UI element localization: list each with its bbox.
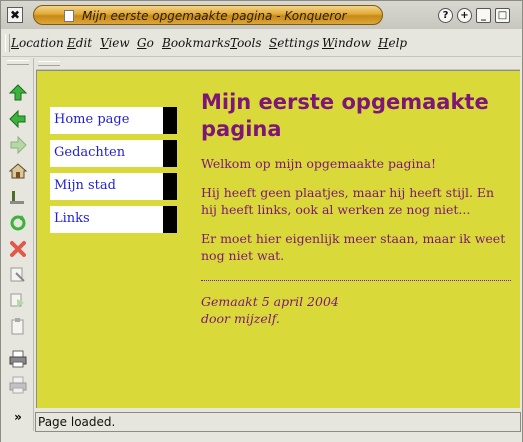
toolbar-grip[interactable]: [7, 60, 29, 65]
signature-author: door mijzelf.: [201, 311, 280, 326]
location-toolbar-grip[interactable]: [36, 58, 520, 70]
browser-window: ✖ Mijn eerste opgemaakte pagina - Konque…: [0, 0, 523, 442]
cut-icon[interactable]: [7, 264, 29, 286]
home-icon[interactable]: [7, 160, 29, 182]
page-navigation: Home page Gedachten Mijn stad Links: [50, 107, 177, 239]
close-button[interactable]: ✖: [7, 7, 23, 23]
status-text: Page loaded.: [38, 415, 116, 429]
window-bottom-frame: [1, 434, 522, 442]
nav-link-links[interactable]: Links: [54, 211, 90, 226]
menu-bookmarks[interactable]: Bookmarks: [162, 36, 230, 50]
nav-link-home[interactable]: Home page: [54, 112, 129, 127]
paragraph-welcome: Welkom op mijn opgemaakte pagina!: [201, 156, 437, 171]
nav-link-gedachten[interactable]: Gedachten: [54, 145, 125, 160]
nav-item-gedachten[interactable]: Gedachten: [50, 140, 177, 167]
menu-settings[interactable]: Settings: [269, 36, 319, 50]
maximize-button[interactable]: □: [495, 8, 510, 23]
help-button[interactable]: ?: [438, 8, 453, 23]
nav-item-mijn-stad[interactable]: Mijn stad: [50, 173, 177, 200]
menu-location[interactable]: Location: [11, 36, 64, 50]
sticky-button[interactable]: +: [457, 8, 472, 23]
minimize-button[interactable]: _: [476, 8, 491, 23]
menu-window[interactable]: Window: [322, 36, 371, 50]
signature-date: Gemaakt 5 april 2004: [201, 294, 339, 309]
menu-help[interactable]: Help: [378, 36, 407, 50]
title-pill[interactable]: Mijn eerste opgemaakte pagina - Konquero…: [33, 5, 383, 25]
stop-icon[interactable]: [7, 238, 29, 260]
up-arrow-icon[interactable]: [7, 82, 29, 104]
window-title: Mijn eerste opgemaakte pagina - Konquero…: [82, 9, 347, 23]
menubar-grip[interactable]: [5, 34, 10, 52]
reload-icon[interactable]: [7, 186, 29, 208]
menu-go[interactable]: Go: [137, 36, 154, 50]
menu-tools[interactable]: Tools: [230, 36, 262, 50]
print-disabled-icon[interactable]: [7, 374, 29, 396]
more-icon[interactable]: »: [7, 406, 29, 428]
menu-bar: Location Edit View Go Bookmarks Tools Se…: [2, 30, 521, 57]
status-bar: Page loaded.: [35, 412, 521, 432]
copy-icon[interactable]: [7, 290, 29, 312]
back-arrow-icon[interactable]: [7, 108, 29, 130]
title-bar[interactable]: ✖ Mijn eerste opgemaakte pagina - Konque…: [1, 1, 522, 29]
print-icon[interactable]: [7, 348, 29, 370]
menu-view[interactable]: View: [100, 36, 130, 50]
page-viewport[interactable]: Home page Gedachten Mijn stad Links Mijn…: [36, 70, 520, 408]
document-icon: [64, 10, 74, 22]
dotted-divider: [201, 280, 511, 281]
main-toolbar: »: [3, 58, 34, 431]
forward-arrow-icon[interactable]: [7, 134, 29, 156]
paragraph-more: Er moet hier eigenlijk meer staan, maar …: [201, 231, 506, 263]
nav-item-home[interactable]: Home page: [50, 107, 177, 134]
paragraph-style: Hij heeft geen plaatjes, maar hij heeft …: [201, 185, 495, 217]
nav-link-mijn-stad[interactable]: Mijn stad: [54, 178, 116, 193]
menu-edit[interactable]: Edit: [67, 36, 92, 50]
refresh-icon[interactable]: [7, 212, 29, 234]
paste-icon[interactable]: [7, 316, 29, 338]
page-main: Mijn eerste opgemaakte pagina Welkom op …: [201, 89, 511, 327]
page-heading: Mijn eerste opgemaakte pagina: [201, 90, 489, 141]
nav-item-links[interactable]: Links: [50, 206, 177, 233]
